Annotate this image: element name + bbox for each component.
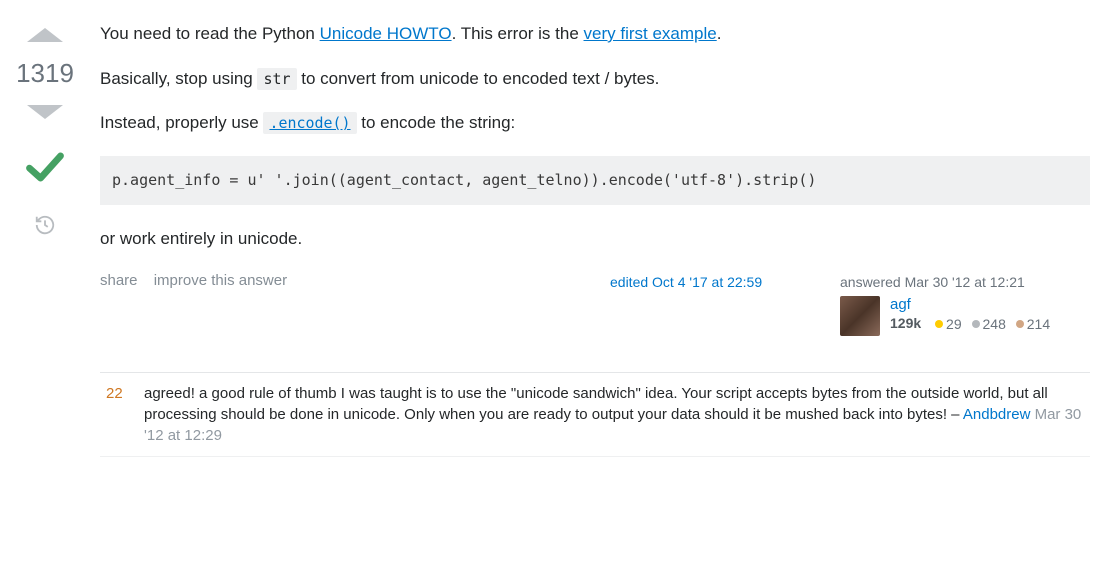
unicode-howto-link[interactable]: Unicode HOWTO (320, 24, 452, 43)
answer-body: You need to read the Python Unicode HOWT… (80, 20, 1100, 457)
improve-answer-link[interactable]: improve this answer (154, 272, 287, 289)
text: Basically, stop using (100, 69, 257, 88)
author-link[interactable]: agf (890, 296, 911, 313)
inline-code-encode: .encode() (263, 112, 356, 134)
vote-score: 1319 (16, 52, 74, 95)
text: to convert from unicode to encoded text … (297, 69, 660, 88)
user-stats: 129k 29 248 214 (890, 315, 1050, 332)
menu-links: share improve this answer (100, 272, 299, 289)
first-example-link[interactable]: very first example (584, 24, 717, 43)
text: . (717, 24, 722, 43)
paragraph: You need to read the Python Unicode HOWT… (100, 22, 1090, 47)
bronze-badge-icon (1016, 320, 1024, 328)
paragraph: or work entirely in unicode. (100, 227, 1090, 252)
comment-text: agreed! a good rule of thumb I was taugh… (144, 385, 1048, 423)
accepted-checkmark-icon (25, 147, 65, 194)
bronze-badge-count: 214 (1027, 316, 1050, 332)
edited-link[interactable]: edited Oct 4 '17 at 22:59 (610, 274, 762, 290)
comment-author-link[interactable]: Andbdrew (963, 406, 1031, 423)
edited-date: Oct 4 '17 at 22:59 (652, 274, 762, 290)
author-card: answered Mar 30 '12 at 12:21 agf 129k 29… (840, 272, 1090, 336)
comment-body: agreed! a good rule of thumb I was taugh… (144, 383, 1086, 446)
edit-info: edited Oct 4 '17 at 22:59 (610, 272, 840, 290)
paragraph: Basically, stop using str to convert fro… (100, 67, 1090, 92)
comment-row: 22 agreed! a good rule of thumb I was ta… (100, 373, 1090, 457)
text: answered (840, 274, 905, 290)
post-history-icon[interactable] (34, 214, 56, 240)
code-block: p.agent_info = u' '.join((agent_contact,… (100, 156, 1090, 205)
gold-badge-count: 29 (946, 316, 962, 332)
answered-date: Mar 30 '12 at 12:21 (905, 274, 1025, 290)
post-text: You need to read the Python Unicode HOWT… (100, 22, 1090, 252)
encode-method-link[interactable]: .encode() (263, 113, 356, 132)
answered-time: answered Mar 30 '12 at 12:21 (840, 274, 1090, 290)
text: edited (610, 274, 652, 290)
text: to encode the string: (357, 113, 516, 132)
silver-badge-count: 248 (983, 316, 1006, 332)
downvote-button[interactable] (27, 105, 63, 119)
text: . This error is the (452, 24, 584, 43)
inline-code-str: str (257, 68, 296, 90)
comment-score: 22 (100, 383, 144, 404)
text: Instead, properly use (100, 113, 263, 132)
silver-badge-icon (972, 320, 980, 328)
post-menu: share improve this answer edited Oct 4 '… (100, 272, 1090, 336)
gold-badge-icon (935, 320, 943, 328)
answer-container: 1319 You need to read the Python Unicode… (10, 20, 1100, 457)
share-link[interactable]: share (100, 272, 138, 289)
text: You need to read the Python (100, 24, 320, 43)
user-info-row: agf 129k 29 248 214 (840, 296, 1090, 336)
vote-column: 1319 (10, 20, 80, 240)
avatar[interactable] (840, 296, 880, 336)
comments-section: 22 agreed! a good rule of thumb I was ta… (100, 372, 1090, 457)
paragraph: Instead, properly use .encode() to encod… (100, 111, 1090, 136)
upvote-button[interactable] (27, 28, 63, 42)
reputation-score: 129k (890, 315, 921, 331)
user-details: agf 129k 29 248 214 (890, 296, 1050, 332)
